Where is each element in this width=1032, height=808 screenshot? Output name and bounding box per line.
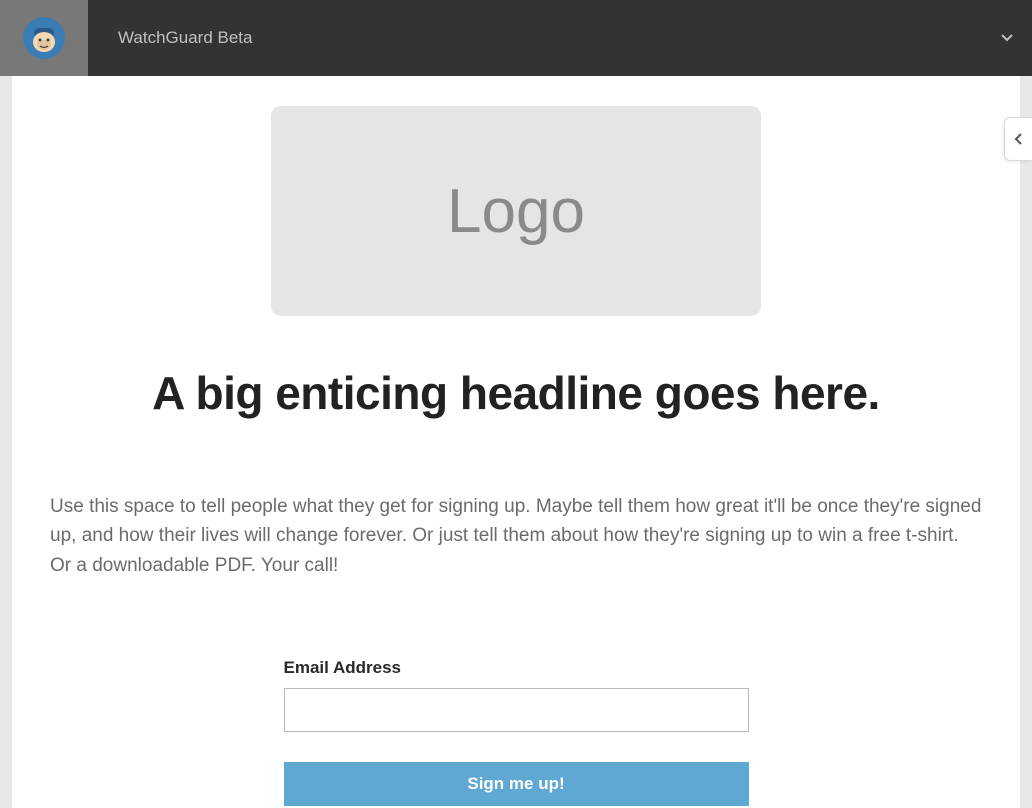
signup-form: Email Address Sign me up! [284,658,749,806]
account-name[interactable]: WatchGuard Beta [118,28,253,48]
page-description[interactable]: Use this space to tell people what they … [50,492,982,580]
signup-page-card: Logo A big enticing headline goes here. … [12,76,1020,808]
app-header: WatchGuard Beta [0,0,1032,76]
submit-button[interactable]: Sign me up! [284,762,749,806]
account-dropdown-caret-icon[interactable] [1000,29,1014,47]
side-panel-toggle[interactable] [1004,117,1032,161]
brand-logo-container[interactable] [0,0,88,76]
page-headline[interactable]: A big enticing headline goes here. [50,366,982,420]
mailchimp-logo-icon [23,17,65,59]
email-label: Email Address [284,658,749,678]
chevron-left-icon [1014,132,1024,146]
email-input[interactable] [284,688,749,732]
logo-placeholder[interactable]: Logo [271,106,761,316]
main-content-area: Logo A big enticing headline goes here. … [0,76,1032,808]
logo-placeholder-text: Logo [447,176,585,247]
